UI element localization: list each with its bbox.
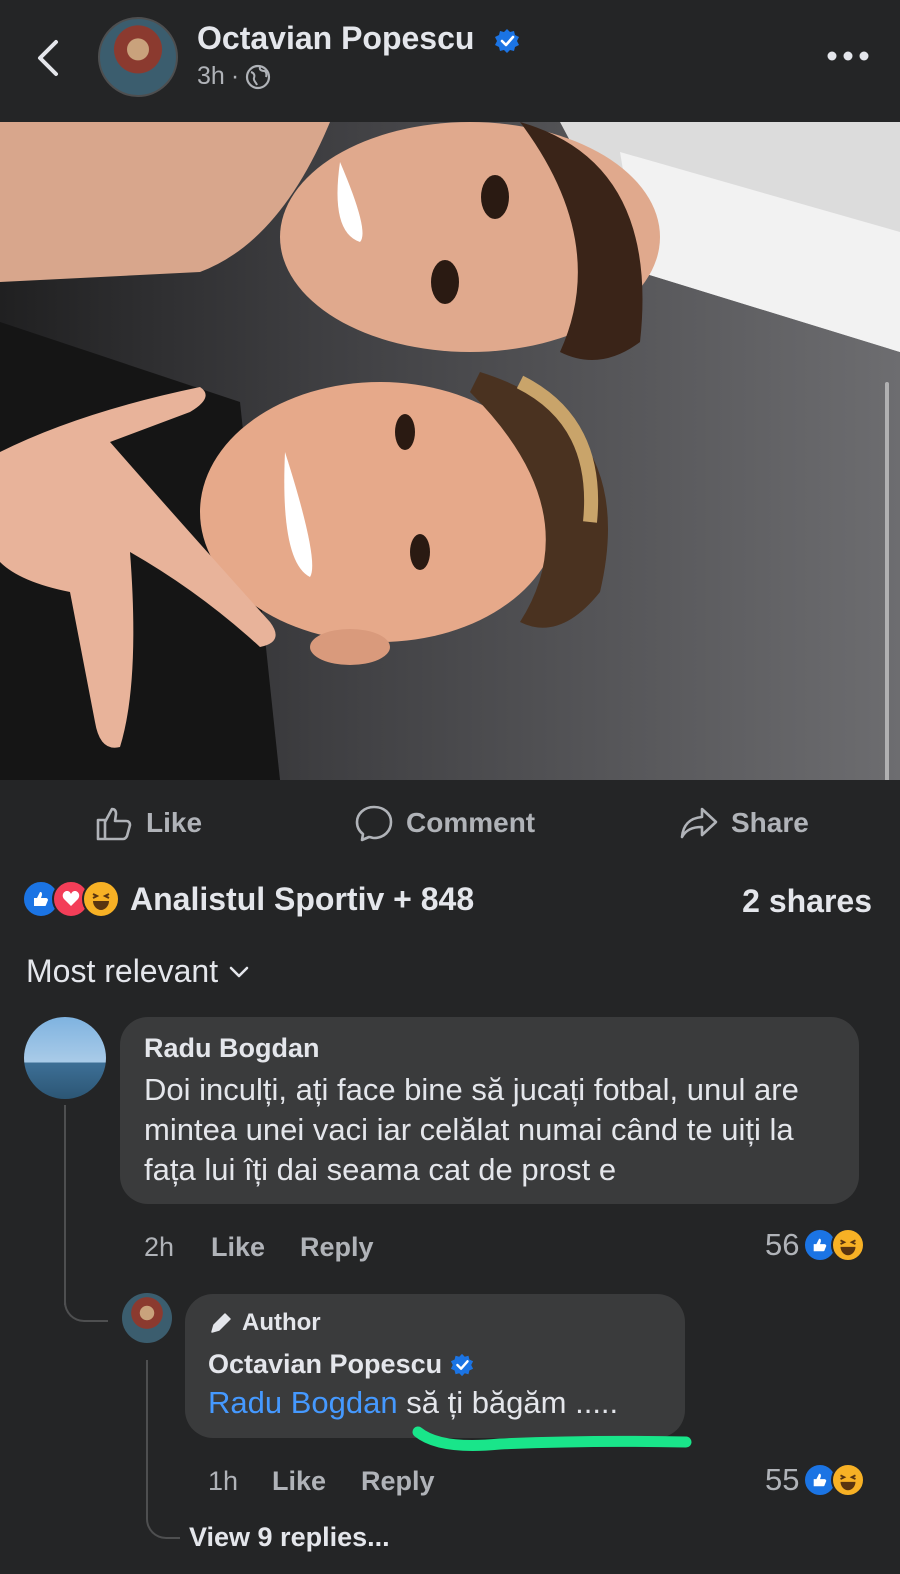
reply-body: să ți băgăm ..... [397, 1385, 619, 1420]
commenter-name[interactable]: Radu Bogdan [144, 1033, 320, 1064]
comment-like-button[interactable]: Like [211, 1232, 265, 1263]
commenter-avatar[interactable] [24, 1017, 106, 1099]
action-bar: Like Comment Share [0, 790, 900, 856]
reply-like-button[interactable]: Like [272, 1466, 326, 1497]
author-badge: Author [208, 1309, 321, 1337]
comment-label: Comment [406, 807, 536, 838]
like-button[interactable]: Like [94, 790, 202, 856]
author-name[interactable]: Octavian Popescu [197, 20, 474, 57]
author-badge-label: Author [242, 1309, 321, 1336]
photo-illustration [0, 122, 900, 780]
like-icon [96, 807, 132, 841]
reply-time: 1h [208, 1466, 239, 1496]
sort-label: Most relevant [26, 953, 219, 989]
reaction-summary[interactable]: Analistul Sportiv + 848 [22, 880, 474, 918]
reply-mention[interactable]: Radu Bogdan [208, 1385, 398, 1420]
highlight-underline [412, 1426, 692, 1451]
comment-sort-dropdown[interactable]: Most relevant [26, 953, 250, 990]
reply-thread-connector [146, 1505, 180, 1539]
post-header: Octavian Popescu 3h · [0, 0, 900, 122]
comment-time: 2h [144, 1232, 175, 1262]
reply-reaction-count[interactable]: 55 [765, 1462, 866, 1498]
chevron-down-icon [229, 966, 249, 977]
comment-reaction-number: 56 [765, 1227, 800, 1262]
comment-button[interactable]: Comment [354, 790, 535, 856]
comment-icon [355, 805, 393, 842]
haha-reaction-icon [831, 1463, 866, 1497]
verified-badge-icon [451, 1353, 474, 1376]
thread-connector [64, 1290, 108, 1322]
reply-author-name[interactable]: Octavian Popescu [208, 1349, 442, 1380]
shares-count[interactable]: 2 shares [742, 883, 872, 920]
comment-reaction-count[interactable]: 56 [765, 1227, 866, 1263]
reply-reaction-number: 55 [765, 1462, 800, 1497]
haha-reaction-icon [82, 880, 120, 918]
more-icon[interactable] [826, 44, 870, 68]
globe-icon [246, 64, 271, 89]
reply-author-avatar[interactable] [122, 1293, 172, 1343]
view-replies-link[interactable]: View 9 replies... [189, 1522, 390, 1553]
reply-text: Radu Bogdan să ți băgăm ..... [208, 1385, 618, 1421]
reaction-summary-text: Analistul Sportiv + 848 [130, 880, 475, 917]
like-label: Like [146, 807, 203, 838]
share-icon [680, 807, 718, 839]
pencil-icon [211, 1313, 231, 1333]
comment-text: Doi inculți, ați face bine să jucați fot… [144, 1072, 799, 1187]
back-chevron-icon[interactable] [30, 36, 70, 80]
photo-scrollbar[interactable] [885, 382, 889, 780]
post-photo[interactable] [0, 122, 900, 780]
share-button[interactable]: Share [679, 790, 809, 856]
post-time: 3h [197, 62, 225, 90]
reply-author-name-row: Octavian Popescu [208, 1349, 474, 1380]
share-label: Share [731, 807, 809, 838]
comment-reply-button[interactable]: Reply [300, 1232, 374, 1263]
author-avatar[interactable] [98, 17, 178, 97]
haha-reaction-icon [831, 1228, 866, 1262]
post-meta: 3h · [197, 62, 271, 91]
thread-line [64, 1105, 66, 1305]
reply-reply-button[interactable]: Reply [361, 1466, 435, 1497]
verified-badge-icon [495, 29, 519, 53]
meta-dot: · [230, 62, 240, 90]
